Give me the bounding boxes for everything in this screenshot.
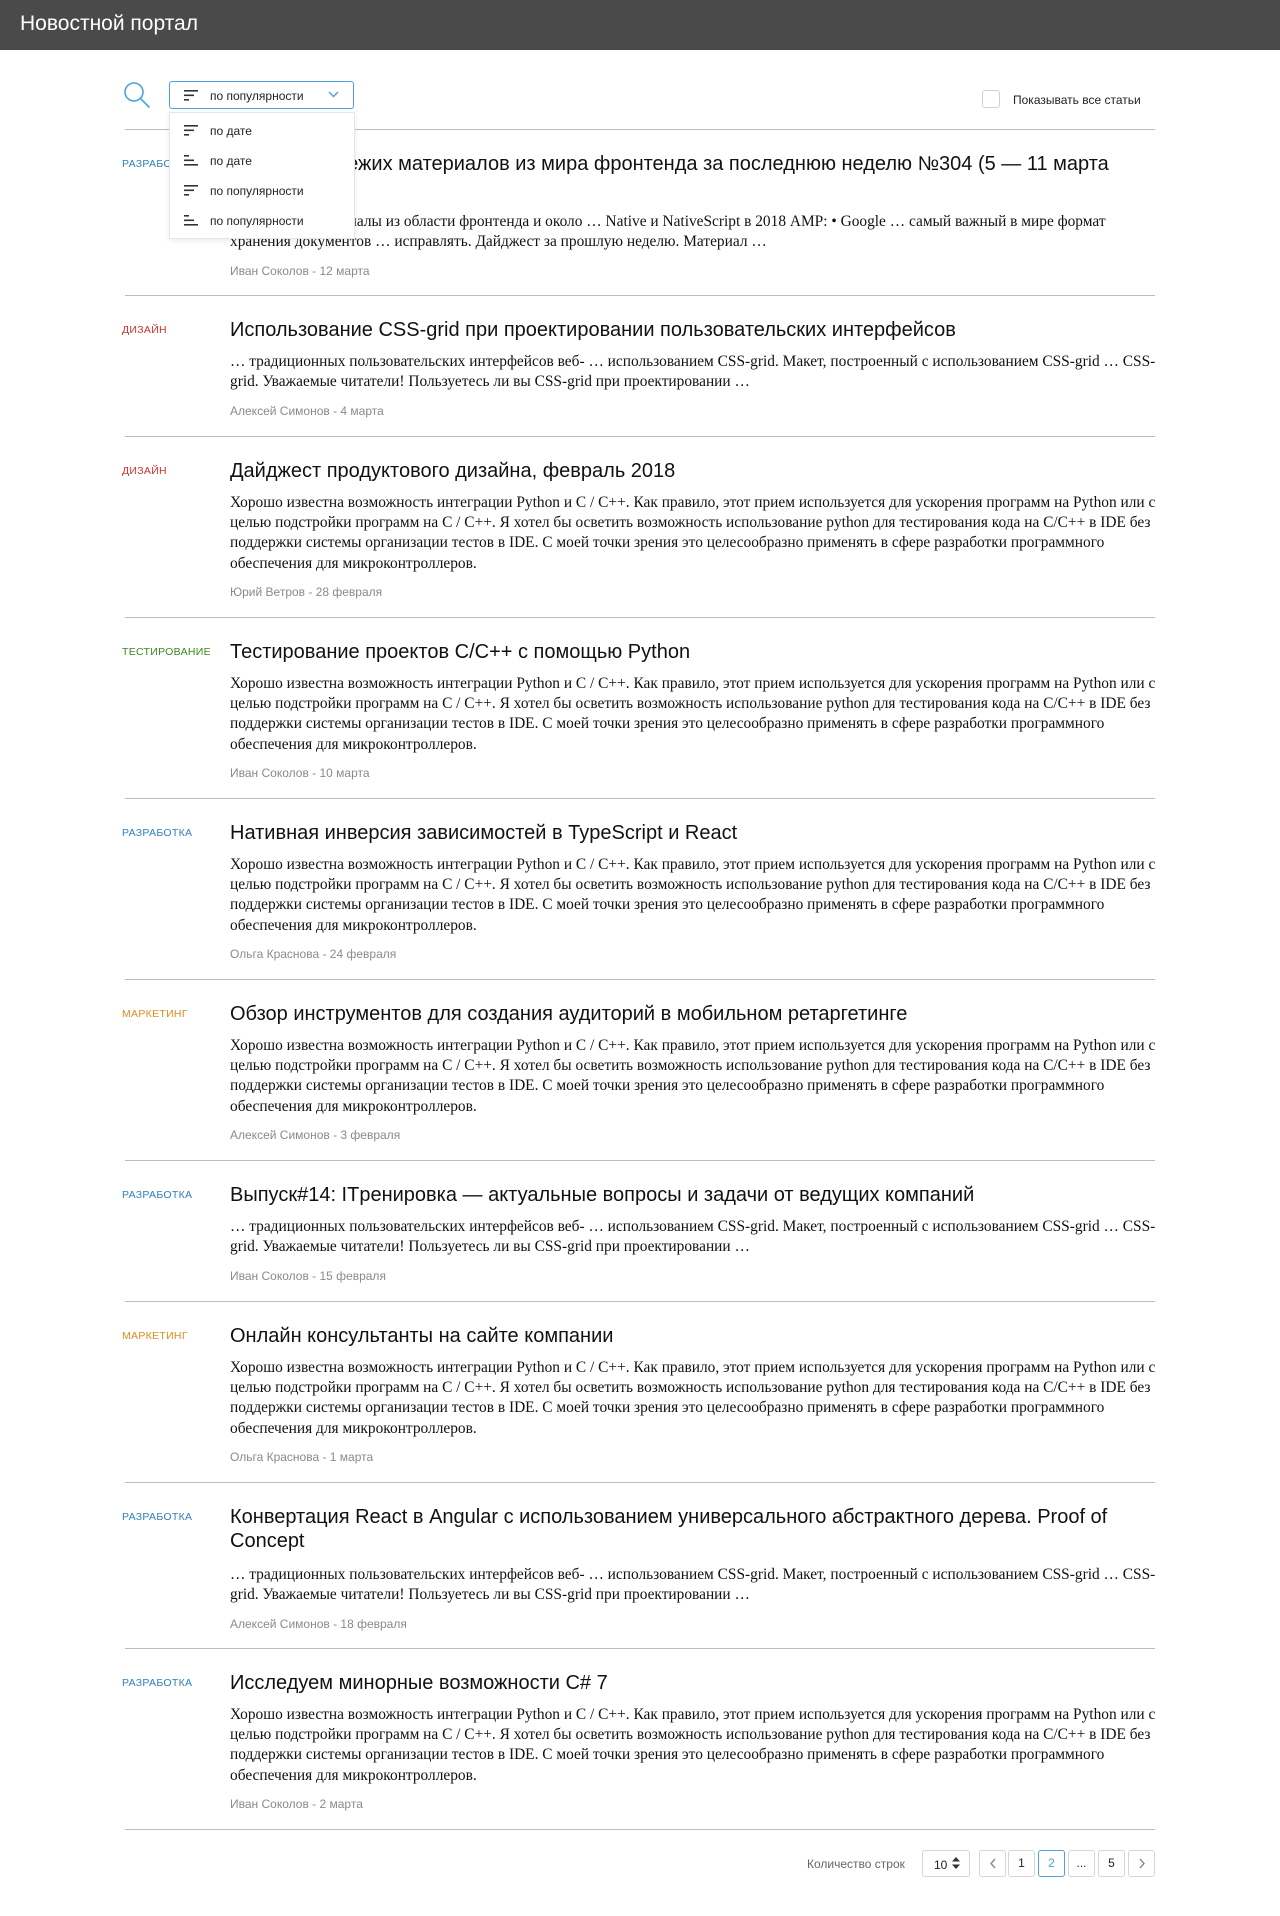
search-icon[interactable] — [122, 80, 152, 110]
article-excerpt: Хорошо известна возможность интеграции P… — [230, 1706, 1156, 1784]
sort-desc-icon — [184, 125, 198, 136]
article-meta: Иван Соколов - 15 февраля — [230, 1269, 386, 1283]
article-excerpt: … традиционных пользовательских интерфей… — [230, 1566, 1156, 1604]
divider — [125, 1648, 1155, 1649]
sort-option-date-desc[interactable]: по дате — [170, 115, 354, 143]
sort-option-label: по популярности — [210, 184, 304, 198]
article-meta: Юрий Ветров - 28 февраля — [230, 585, 383, 599]
article-excerpt: Хорошо известна возможность интеграции P… — [230, 1037, 1156, 1115]
next-page-button[interactable] — [1128, 1850, 1155, 1877]
sort-asc-icon — [184, 215, 198, 226]
article-meta: Ольга Краснова - 1 марта — [230, 1450, 374, 1464]
divider — [125, 1160, 1155, 1161]
show-all-label: Показывать все статьи — [1013, 93, 1141, 107]
article-excerpt: Хорошо известна возможность интеграции P… — [230, 1359, 1156, 1437]
article-category[interactable]: РАЗРАБОТКА — [122, 1511, 192, 1523]
article-meta: Алексей Симонов - 4 марта — [230, 404, 384, 418]
rows-per-page-label: Количество строк — [807, 1857, 905, 1871]
article-meta: Ольга Краснова - 24 февраля — [230, 947, 397, 961]
divider — [125, 295, 1155, 296]
article-title[interactable]: Онлайн консультанты на сайте компании — [230, 1324, 1160, 1348]
article-title[interactable]: Нативная инверсия зависимостей в TypeScr… — [230, 821, 1160, 845]
show-all-checkbox[interactable] — [982, 90, 1000, 108]
article-title[interactable]: Дайджест продуктового дизайна, февраль 2… — [230, 459, 1160, 483]
article-meta: Иван Соколов - 12 марта — [230, 264, 370, 278]
article-title[interactable]: Обзор инструментов для создания аудитори… — [230, 1002, 1160, 1026]
page-ellipsis: ... — [1068, 1850, 1095, 1877]
site-title: Новостной портал — [20, 12, 198, 35]
article-title[interactable]: Выпуск#14: ITренировка — актуальные вопр… — [230, 1183, 1160, 1207]
sort-asc-icon — [184, 155, 198, 166]
divider — [125, 436, 1155, 437]
sort-option-label: по дате — [210, 154, 252, 168]
article-excerpt: … традиционных пользовательских интерфей… — [230, 1218, 1156, 1256]
rows-per-page-value: 10 — [934, 1858, 948, 1872]
sort-option-label: по популярности — [210, 214, 304, 228]
chevron-right-icon — [1138, 1858, 1145, 1869]
article-title[interactable]: Тестирование проектов C/C++ с помощью Py… — [230, 640, 1160, 664]
article-category[interactable]: РАЗРАБОТКА — [122, 827, 192, 839]
divider — [125, 1829, 1155, 1830]
sort-dropdown: по дате по дате по популярности по попул… — [169, 112, 355, 239]
prev-page-button[interactable] — [979, 1850, 1006, 1877]
article-title[interactable]: Конвертация React в Angular с использова… — [230, 1505, 1160, 1553]
sort-desc-icon — [184, 185, 198, 196]
article-excerpt: Хорошо известна возможность интеграции P… — [230, 856, 1156, 934]
article-category[interactable]: ДИЗАЙН — [122, 465, 167, 477]
sort-select[interactable]: по популярности — [169, 81, 354, 109]
chevron-left-icon — [989, 1858, 996, 1869]
page-button-5[interactable]: 5 — [1098, 1850, 1125, 1877]
divider — [125, 617, 1155, 618]
divider — [125, 979, 1155, 980]
article-category[interactable]: РАЗРАБОТКА — [122, 1189, 192, 1201]
page-button-1[interactable]: 1 — [1008, 1850, 1035, 1877]
article-meta: Алексей Симонов - 18 февраля — [230, 1617, 407, 1631]
article-excerpt: Предлагаем материалы из области фронтенд… — [230, 213, 1106, 251]
article-category[interactable]: МАРКЕТИНГ — [122, 1008, 188, 1020]
article-meta: Иван Соколов - 10 марта — [230, 766, 370, 780]
sort-option-label: по дате — [210, 124, 252, 138]
sort-option-popularity-desc[interactable]: по популярности — [170, 175, 354, 203]
divider — [125, 1301, 1155, 1302]
sort-option-date-asc[interactable]: по дате — [170, 145, 354, 173]
article-excerpt: Хорошо известна возможность интеграции P… — [230, 494, 1156, 572]
chevron-down-icon — [328, 91, 339, 98]
article-excerpt: Хорошо известна возможность интеграции P… — [230, 675, 1156, 753]
sort-option-popularity-asc[interactable]: по популярности — [170, 205, 354, 233]
sort-select-value: по популярности — [210, 89, 304, 103]
article-title[interactable]: Использование CSS-grid при проектировани… — [230, 318, 1160, 342]
article-category[interactable]: ДИЗАЙН — [122, 324, 167, 336]
article-title[interactable]: Дайджест свежих материалов из мира фронт… — [230, 152, 1160, 200]
article-meta: Алексей Симонов - 3 февраля — [230, 1128, 401, 1142]
page-button-2-current[interactable]: 2 — [1038, 1850, 1065, 1877]
rows-per-page-select[interactable]: 10 — [922, 1850, 970, 1877]
updown-arrows-icon — [952, 1857, 960, 1869]
divider — [125, 1482, 1155, 1483]
article-title[interactable]: Исследуем минорные возможности C# 7 — [230, 1671, 1160, 1695]
article-category[interactable]: РАЗРАБОТКА — [122, 1677, 192, 1689]
sort-desc-icon — [184, 90, 198, 101]
top-bar: Новостной портал — [0, 0, 1280, 50]
article-category[interactable]: ТЕСТИРОВАНИЕ — [122, 646, 211, 658]
divider — [125, 798, 1155, 799]
article-category[interactable]: МАРКЕТИНГ — [122, 1330, 188, 1342]
article-excerpt: … традиционных пользовательских интерфей… — [230, 353, 1156, 391]
article-meta: Иван Соколов - 2 марта — [230, 1797, 363, 1811]
